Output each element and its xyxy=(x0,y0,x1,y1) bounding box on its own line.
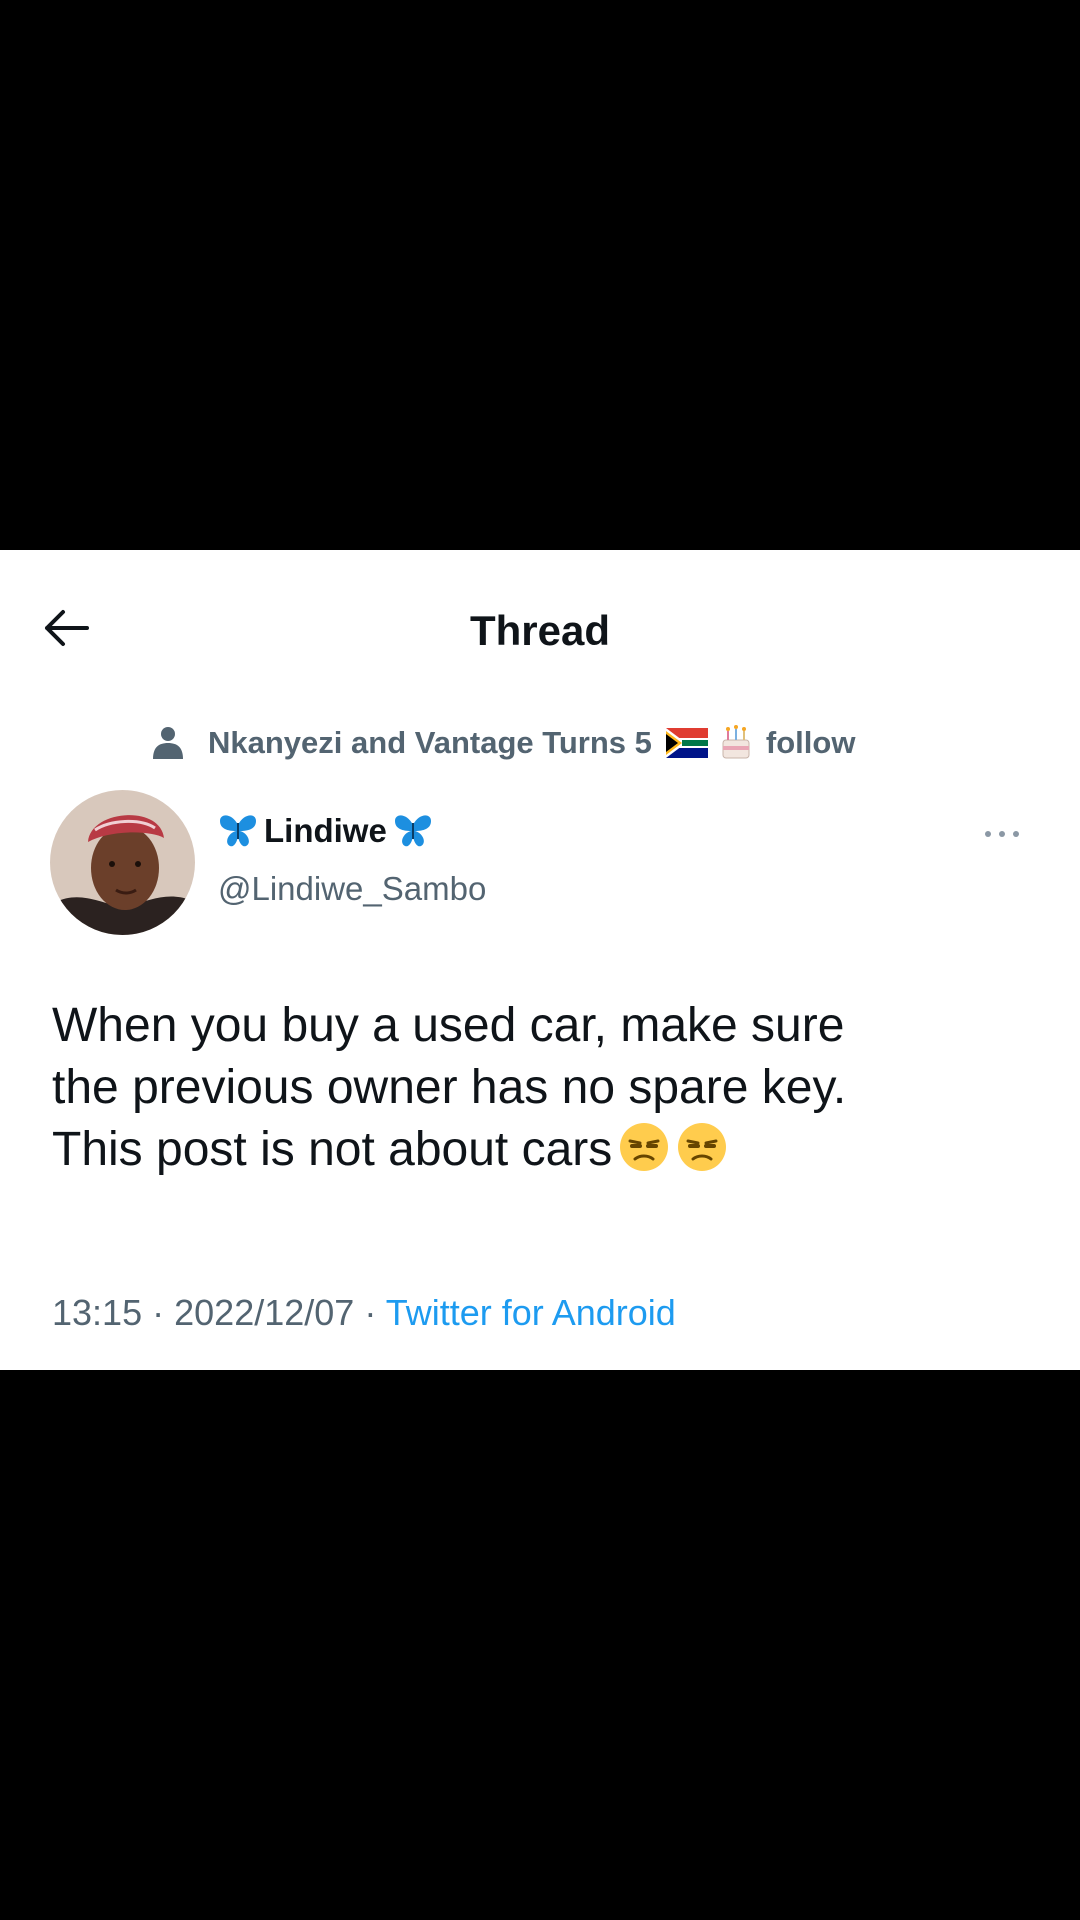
butterfly-icon xyxy=(218,813,258,849)
tweet-time: 13:15 xyxy=(52,1292,143,1333)
display-name: Lindiwe xyxy=(264,812,387,849)
person-icon xyxy=(150,725,186,761)
tweet-text-line: the previous owner has no spare key. xyxy=(52,1061,847,1114)
social-context-text: Nkanyezi and Vantage Turns 5 xyxy=(208,725,652,760)
tweet-text-line: This post is not about cars xyxy=(52,1123,613,1176)
tweet-text: When you buy a used car, make sure the p… xyxy=(52,995,1052,1189)
unamused-face-icon xyxy=(618,1121,670,1189)
tweet-source-link[interactable]: Twitter for Android xyxy=(386,1292,676,1333)
tweet-text-line: When you buy a used car, make sure xyxy=(52,999,845,1052)
meta-separator: · xyxy=(152,1292,165,1333)
meta-separator: · xyxy=(364,1292,377,1333)
more-options-button[interactable] xyxy=(978,820,1026,850)
more-dots-icon xyxy=(982,826,1022,844)
tweet-thread-card: Thread Nkanyezi and Vantage Turns 5 foll… xyxy=(0,550,1080,1370)
follow-label: follow xyxy=(765,725,856,760)
display-name-row[interactable]: Lindiwe xyxy=(218,812,433,850)
birthday-cake-icon xyxy=(718,724,754,762)
user-handle[interactable]: @Lindiwe_Sambo xyxy=(218,870,486,908)
tweet-text-line-last: This post is not about cars xyxy=(52,1119,1052,1189)
butterfly-icon xyxy=(393,813,433,849)
avatar[interactable] xyxy=(50,790,195,935)
screenshot-frame: Thread Nkanyezi and Vantage Turns 5 foll… xyxy=(0,0,1080,1920)
social-context[interactable]: Nkanyezi and Vantage Turns 5 follow xyxy=(150,718,855,768)
unamused-face-icon xyxy=(676,1121,728,1189)
tweet-meta: 13:15 · 2022/12/07 · Twitter for Android xyxy=(52,1292,676,1334)
south-africa-flag-icon xyxy=(665,728,708,758)
tweet-date: 2022/12/07 xyxy=(174,1292,355,1333)
page-title: Thread xyxy=(469,607,611,654)
thread-header: Thread xyxy=(0,550,1080,715)
